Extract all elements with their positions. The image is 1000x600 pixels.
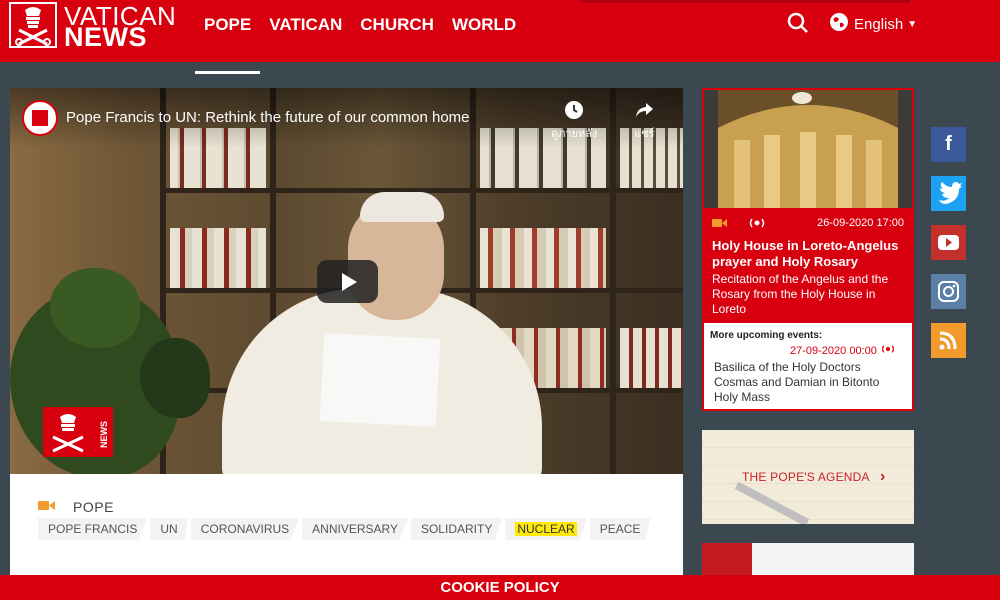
video-camera-icon: [38, 498, 55, 516]
books: [480, 228, 606, 288]
books: [620, 328, 683, 388]
facebook-icon[interactable]: f: [931, 127, 966, 162]
language-selector[interactable]: English ▼: [829, 12, 917, 36]
main-nav: POPE VATICAN CHURCH WORLD: [195, 0, 525, 74]
more-events-label: More upcoming events:: [710, 330, 823, 341]
watch-later-label: ดูภายหลัง: [551, 128, 598, 140]
next-event-datetime: 27-09-2020 00:00: [790, 344, 896, 357]
chevron-right-icon: ›: [880, 468, 886, 485]
channel-avatar[interactable]: [22, 100, 58, 136]
cookie-policy-bar[interactable]: COOKIE POLICY: [0, 575, 1000, 600]
live-broadcast-icon: [880, 345, 896, 357]
papal-emblem-icon: [9, 2, 57, 48]
watermark-news-text: NEWS: [99, 421, 109, 448]
category-label: POPE: [73, 499, 114, 515]
event-datetime: 26-09-2020 17:00: [817, 217, 904, 229]
globe-icon: [829, 12, 849, 36]
nav-church[interactable]: CHURCH: [351, 0, 443, 62]
site-header: VATICAN NEWS POPE VATICAN CHURCH WORLD E…: [0, 0, 1000, 74]
instagram-icon[interactable]: [931, 274, 966, 309]
books: [170, 228, 266, 288]
language-label: English: [854, 15, 904, 33]
speech-paper: [319, 333, 441, 427]
popes-agenda-card[interactable]: THE POPE'S AGENDA ›: [702, 430, 914, 524]
play-button[interactable]: [317, 260, 378, 303]
nav-vatican[interactable]: VATICAN: [260, 0, 351, 62]
event-title[interactable]: Holy House in Loreto-Angelus prayer and …: [712, 238, 908, 270]
zucchetto: [360, 192, 444, 222]
event-meta: 26-09-2020 17:00: [712, 216, 904, 232]
tag-anniversary[interactable]: ANNIVERSARY: [302, 518, 408, 540]
vatican-news-watermark: NEWS: [43, 407, 113, 457]
live-broadcast-icon: [748, 217, 766, 232]
video-camera-icon: [712, 218, 727, 231]
nav-pope[interactable]: POPE: [195, 0, 261, 74]
social-links: f: [931, 127, 966, 372]
agenda-label: THE POPE'S AGENDA: [742, 470, 870, 484]
share-label: แชร์: [634, 128, 655, 140]
logo-text-news: NEWS: [64, 22, 147, 52]
share-icon: [634, 100, 654, 120]
article-category[interactable]: POPE: [38, 498, 114, 516]
youtube-icon[interactable]: [931, 225, 966, 260]
tag-un[interactable]: UN: [150, 518, 188, 540]
tag-list: POPE FRANCIS UN CORONAVIRUS ANNIVERSARY …: [38, 518, 653, 540]
tag-pope-francis[interactable]: POPE FRANCIS: [38, 518, 148, 540]
video-player[interactable]: Pope Francis to UN: Rethink the future o…: [10, 88, 683, 474]
plant: [140, 338, 210, 418]
watch-later-button[interactable]: ดูภายหลัง: [551, 100, 597, 142]
tag-nuclear[interactable]: NUCLEAR: [505, 518, 587, 540]
twitter-icon[interactable]: [931, 176, 966, 211]
video-title[interactable]: Pope Francis to UN: Rethink the future o…: [66, 109, 470, 126]
rss-icon[interactable]: [931, 323, 966, 358]
search-icon[interactable]: [786, 11, 810, 35]
upcoming-events-card[interactable]: 26-09-2020 17:00 Holy House in Loreto-An…: [702, 88, 914, 411]
clock-icon: [564, 100, 584, 120]
nav-world[interactable]: WORLD: [443, 0, 525, 62]
tag-solidarity[interactable]: SOLIDARITY: [410, 518, 503, 540]
holy-house-image: [704, 90, 912, 208]
header-accent-strip: [580, 0, 910, 3]
plant: [50, 268, 140, 348]
event-description: Recitation of the Angelus and the Rosary…: [712, 272, 889, 316]
next-event-description[interactable]: Basilica of the Holy Doctors Cosmas and …: [714, 360, 904, 405]
tag-coronavirus[interactable]: CORONAVIRUS: [190, 518, 300, 540]
chevron-down-icon: ▼: [907, 18, 918, 30]
vatican-news-logo[interactable]: VATICAN NEWS: [9, 1, 176, 52]
tag-peace[interactable]: PEACE: [589, 518, 651, 540]
share-button[interactable]: แชร์: [634, 100, 654, 142]
featured-event[interactable]: 26-09-2020 17:00 Holy House in Loreto-An…: [704, 208, 912, 323]
